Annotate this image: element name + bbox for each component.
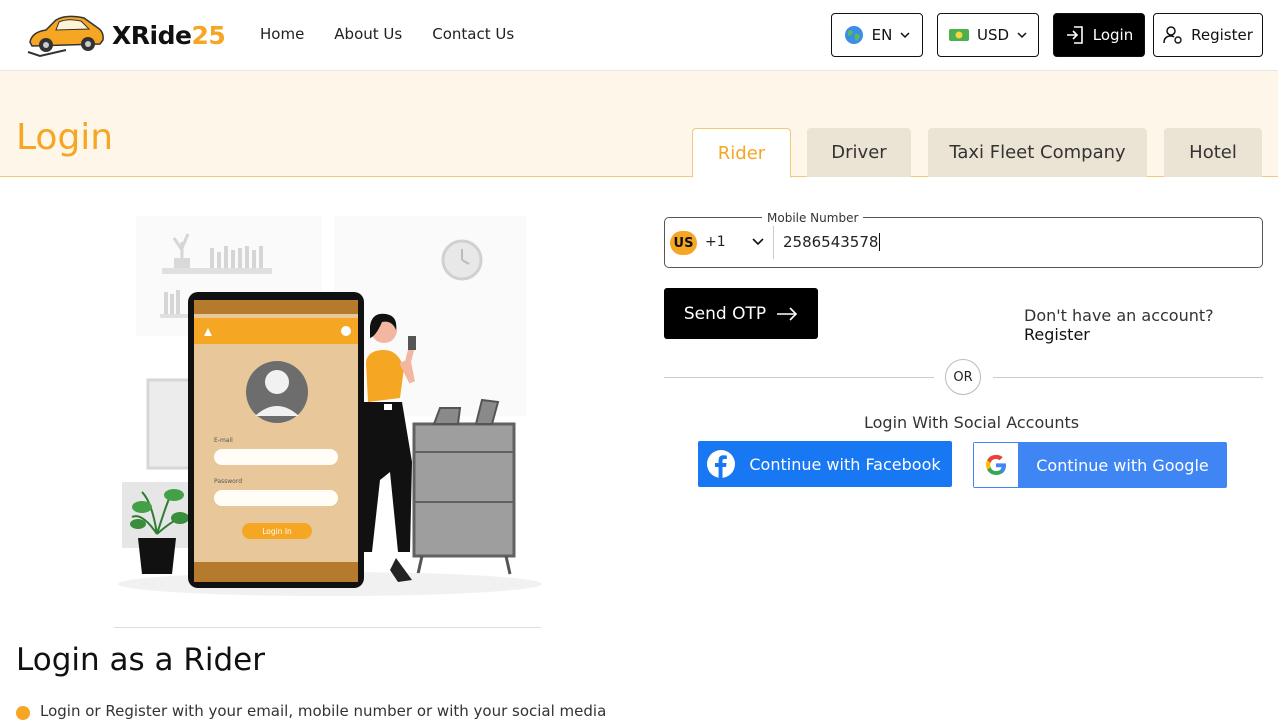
social-login-title: Login With Social Accounts [864,413,1080,432]
nav-about-us[interactable]: About Us [334,25,402,43]
login-illustration-art: E-mail Password Login In [118,216,542,596]
bullet-dot [16,706,30,720]
language-selector[interactable]: EN [831,13,923,57]
logo[interactable]: XRide25 [26,12,226,58]
google-icon [986,454,1006,475]
tab-taxi-fleet-company[interactable]: Taxi Fleet Company [928,128,1147,177]
tab-driver[interactable]: Driver [807,128,911,177]
nav-home[interactable]: Home [260,25,304,43]
site-header: XRide25 Home About Us Contact Us EN USD … [0,0,1278,71]
google-login-label: Continue with Google [1036,455,1209,475]
send-otp-button[interactable]: Send OTP [664,288,818,339]
login-button-label: Login [1092,26,1134,44]
cash-icon [948,29,969,41]
login-illustration: E-mail Password Login In [112,212,542,604]
no-account-text: Don't have an account? [1024,306,1214,325]
mobile-number-input[interactable]: 2586543578 [783,233,881,251]
chevron-down-icon [900,32,910,39]
tab-hotel[interactable]: Hotel [1164,128,1262,177]
facebook-login-button[interactable]: Continue with Facebook [698,441,952,487]
no-account-prompt: Don't have an account? Register [1024,306,1278,344]
login-banner: Login Rider Driver Taxi Fleet Company Ho… [0,71,1278,178]
currency-selector[interactable]: USD [937,13,1039,57]
send-otp-label: Send OTP [683,303,767,324]
register-link[interactable]: Register [1024,325,1090,344]
country-badge[interactable]: US [670,231,697,255]
brand-name-secondary: 25 [191,20,226,50]
tab-rider[interactable]: Rider [692,128,791,178]
mobile-number-label: Mobile Number [762,211,864,225]
language-value: EN [871,26,893,44]
brand-name: XRide25 [112,20,226,50]
country-code-separator [773,226,774,259]
currency-value: USD [976,26,1010,44]
car-logo-icon [27,15,104,58]
illustration-login-button-label: Login In [262,527,292,536]
google-login-button[interactable]: Continue with Google [973,442,1227,488]
facebook-icon [707,450,735,478]
brand-name-primary: XRide [112,20,192,50]
role-heading: Login as a Rider [16,642,265,678]
globe-icon [844,26,863,44]
illustration-password-label: Password [214,478,242,485]
sign-in-icon [1066,26,1083,44]
or-divider-left [664,377,934,378]
chevron-down-icon[interactable] [752,237,764,247]
section-divider [114,627,541,628]
bullet-text: Login or Register with your email, mobil… [40,702,607,720]
register-button-label: Register [1191,26,1253,44]
user-settings-icon [1163,26,1182,44]
page-title: Login [16,117,114,158]
chevron-down-icon [1017,32,1027,39]
main-nav: Home About Us Contact Us [260,25,514,43]
country-code[interactable]: +1 [705,234,726,250]
register-button[interactable]: Register [1153,13,1263,57]
or-separator: OR [945,359,981,395]
facebook-login-label: Continue with Facebook [749,454,941,474]
illustration-email-label: E-mail [214,437,233,444]
arrow-right-icon [777,306,798,321]
or-divider-right [993,377,1263,378]
login-button[interactable]: Login [1053,13,1145,57]
nav-contact-us[interactable]: Contact Us [432,25,514,43]
